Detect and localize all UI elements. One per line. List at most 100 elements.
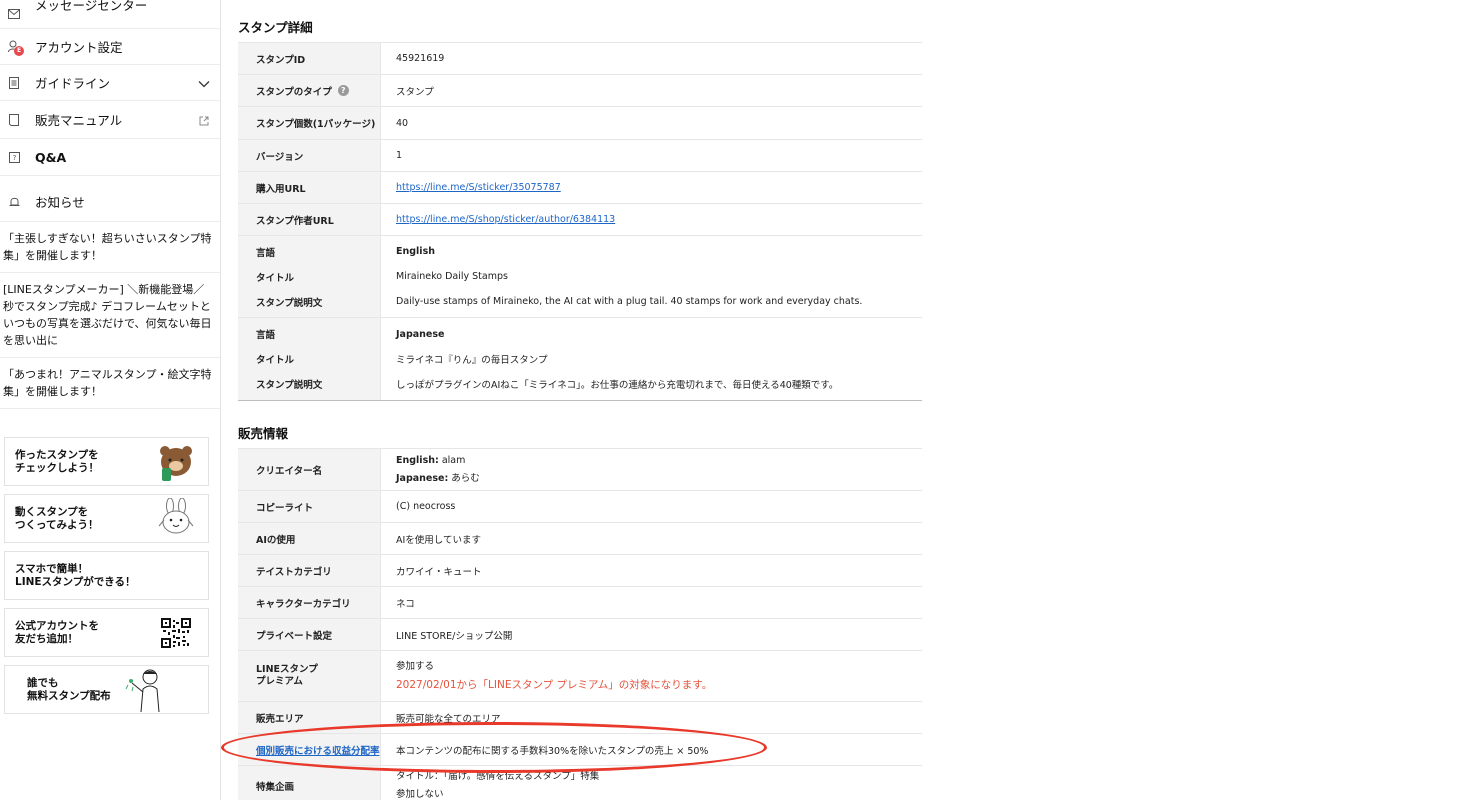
japanese-info: Japanese ミライネコ『りん』の毎日スタンプ しっぽがプラグインのAIねこ… bbox=[381, 318, 922, 400]
brown-bear-icon bbox=[154, 440, 198, 484]
table-row: 個別販売における収益分配率 本コンテンツの配布に関する手数料30%を除いたスタン… bbox=[238, 734, 922, 766]
description-value: Daily-use stamps of Miraineko, the AI ca… bbox=[396, 296, 863, 307]
sidebar: メッセージセンター E アカウント設定 ガイドライン 販売マニュアル ? Q&A… bbox=[0, 0, 221, 800]
news-item[interactable]: [LINEスタンプメーカー] ＼新機能登場／秒でスタンプ完成♪ デコフレームセッ… bbox=[0, 273, 220, 358]
banner-smartphone-stamps[interactable]: スマホで簡単！ LINEスタンプができる！ bbox=[4, 551, 209, 600]
news-item[interactable]: 「主張しすぎない！超ちいさいスタンプ特集」を開催します！ bbox=[0, 222, 220, 273]
creator-en: alam bbox=[441, 454, 466, 466]
purchase-url-cell: https://line.me/S/sticker/35075787 bbox=[381, 172, 922, 203]
sticker-details-table: スタンプID 45921619 スタンプのタイプ ? スタンプ スタンプ個数(1… bbox=[238, 42, 922, 401]
table-row: プライベート設定 LINE STORE/ショップ公開 bbox=[238, 619, 922, 651]
feature-title: タイトル：「届け。感情を伝えるスタンプ」特集 bbox=[396, 771, 600, 782]
row-label: LINEスタンプ プレミアム bbox=[238, 651, 381, 701]
banner-text: 誰でも 無料スタンプ配布 bbox=[27, 676, 111, 702]
sidebar-item-message-center[interactable]: メッセージセンター bbox=[0, 0, 220, 29]
table-row: スタンプID 45921619 bbox=[238, 43, 922, 75]
table-row-english: 言語 タイトル スタンプ説明文 English Miraineko Daily … bbox=[238, 236, 922, 318]
row-label: タイトル bbox=[256, 272, 295, 284]
creator-ja: あらむ bbox=[451, 472, 480, 484]
creator-en-key: English: bbox=[396, 454, 439, 466]
row-label: コピーライト bbox=[238, 491, 381, 522]
table-row: バージョン 1 bbox=[238, 140, 922, 172]
private-setting-value: LINE STORE/ショップ公開 bbox=[396, 630, 513, 642]
svg-text:?: ? bbox=[12, 154, 16, 162]
row-label: クリエイター名 bbox=[238, 449, 381, 490]
sidebar-item-notice[interactable]: お知らせ bbox=[0, 176, 220, 222]
row-label: キャラクターカテゴリ bbox=[238, 587, 381, 618]
sidebar-item-label: ガイドライン bbox=[35, 76, 111, 91]
chevron-down-icon[interactable] bbox=[198, 73, 210, 92]
sidebar-item-label: メッセージセンター bbox=[35, 0, 148, 13]
row-label: 特集企画 bbox=[238, 766, 381, 800]
row-label: スタンプ個数(1パッケージ) bbox=[238, 107, 381, 139]
taste-category-value: カワイイ・キュート bbox=[396, 566, 482, 578]
banner-free-stamps[interactable]: 誰でも 無料スタンプ配布 bbox=[4, 665, 209, 714]
revenue-share-value: 本コンテンツの配布に関する手数料30%を除いたスタンプの売上 × 50% bbox=[396, 745, 709, 757]
banner-text: 公式アカウントを 友だち追加！ bbox=[15, 619, 99, 645]
sticker-id-value: 45921619 bbox=[396, 53, 445, 64]
news-list: 「主張しすぎない！超ちいさいスタンプ特集」を開催します！ [LINEスタンプメー… bbox=[0, 222, 220, 409]
author-url-link[interactable]: https://line.me/S/shop/sticker/author/63… bbox=[396, 214, 615, 225]
mail-icon bbox=[7, 7, 21, 21]
sidebar-item-label: Q&A bbox=[35, 149, 67, 165]
sidebar-item-account-settings[interactable]: E アカウント設定 bbox=[0, 29, 220, 65]
sidebar-item-guideline[interactable]: ガイドライン bbox=[0, 65, 220, 101]
copyright-value: (C) neocross bbox=[396, 501, 456, 512]
table-row: 販売エリア 販売可能な全てのエリア bbox=[238, 702, 922, 734]
banner-text: スマホで簡単！ LINEスタンプができる！ bbox=[15, 562, 136, 588]
revenue-share-link[interactable]: 個別販売における収益分配率 bbox=[256, 743, 380, 757]
row-label: テイストカテゴリ bbox=[238, 555, 381, 586]
row-label: 個別販売における収益分配率 bbox=[238, 734, 381, 765]
row-label: バージョン bbox=[238, 140, 381, 171]
book-icon bbox=[7, 113, 21, 127]
sidebar-item-qa[interactable]: ? Q&A bbox=[0, 139, 220, 176]
purchase-url-link[interactable]: https://line.me/S/sticker/35075787 bbox=[396, 182, 561, 193]
ai-usage-value: AIを使用しています bbox=[396, 534, 482, 546]
banner-list: 作ったスタンプを チェックしよう！ 動くスタンプを つくってみよう！ スマホで簡… bbox=[0, 409, 220, 714]
row-label: 言語 bbox=[256, 330, 276, 341]
qr-code-icon bbox=[154, 611, 198, 655]
sidebar-item-label: 販売マニュアル bbox=[35, 113, 123, 128]
account-icon: E bbox=[7, 40, 24, 56]
sidebar-item-sales-manual[interactable]: 販売マニュアル bbox=[0, 101, 220, 139]
banner-check-stamps[interactable]: 作ったスタンプを チェックしよう！ bbox=[4, 437, 209, 486]
table-row: スタンプ作者URL https://line.me/S/shop/sticker… bbox=[238, 204, 922, 236]
title-value: ミライネコ『りん』の毎日スタンプ bbox=[396, 355, 548, 366]
help-icon[interactable]: ? bbox=[337, 85, 349, 96]
premium-value: 参加する 2027/02/01から「LINEスタンプ プレミアム」の対象になりま… bbox=[381, 651, 922, 701]
account-badge: E bbox=[14, 45, 24, 56]
row-label: タイトル bbox=[256, 355, 295, 366]
banner-official-account[interactable]: 公式アカウントを 友だち追加！ bbox=[4, 608, 209, 657]
sticker-type-value: スタンプ bbox=[396, 86, 434, 98]
sales-info-title: 販売情報 bbox=[238, 426, 289, 441]
banner-text: 作ったスタンプを チェックしよう！ bbox=[15, 448, 99, 474]
banner-animated-stamps[interactable]: 動くスタンプを つくってみよう！ bbox=[4, 494, 209, 543]
row-label: スタンプ作者URL bbox=[238, 204, 381, 235]
sidebar-item-label: お知らせ bbox=[35, 195, 85, 210]
row-label: スタンプのタイプ ? bbox=[238, 75, 381, 106]
table-row: 購入用URL https://line.me/S/sticker/3507578… bbox=[238, 172, 922, 204]
sticker-count-value: 40 bbox=[396, 117, 409, 129]
description-value: しっぽがプラグインのAIねこ「ミライネコ」。お仕事の連絡から充電切れまで、毎日使… bbox=[396, 380, 839, 391]
sidebar-nav: メッセージセンター E アカウント設定 ガイドライン 販売マニュアル ? Q&A… bbox=[0, 0, 220, 222]
sticker-details-title: スタンプ詳細 bbox=[238, 20, 313, 35]
premium-status: 参加する bbox=[396, 661, 435, 672]
feature-status: 参加しない bbox=[396, 789, 444, 800]
table-row-japanese: 言語 タイトル スタンプ説明文 Japanese ミライネコ『りん』の毎日スタン… bbox=[238, 318, 922, 400]
row-label-text: スタンプのタイプ bbox=[256, 86, 332, 98]
sales-info-table: クリエイター名 English: alam Japanese: あらむ コピーラ… bbox=[238, 448, 922, 800]
feature-value: タイトル：「届け。感情を伝えるスタンプ」特集 参加しない bbox=[381, 766, 922, 800]
sales-area-value: 販売可能な全てのエリア bbox=[396, 713, 501, 725]
title-value: Miraineko Daily Stamps bbox=[396, 271, 508, 282]
creator-ja-key: Japanese: bbox=[396, 472, 449, 484]
table-row: テイストカテゴリ カワイイ・キュート bbox=[238, 555, 922, 587]
table-row: LINEスタンプ プレミアム 参加する 2027/02/01から「LINEスタン… bbox=[238, 651, 922, 702]
language-value: Japanese bbox=[396, 328, 445, 340]
row-label: AIの使用 bbox=[238, 523, 381, 554]
cony-rabbit-icon bbox=[154, 497, 198, 541]
news-item[interactable]: 「あつまれ！アニマルスタンプ・絵文字特集」を開催します！ bbox=[0, 358, 220, 409]
premium-note: 2027/02/01から「LINEスタンプ プレミアム」の対象になります。 bbox=[396, 679, 713, 691]
row-label: 販売エリア bbox=[238, 702, 381, 733]
banner-text: 動くスタンプを つくってみよう！ bbox=[15, 505, 99, 531]
row-label-group: 言語 タイトル スタンプ説明文 bbox=[238, 236, 381, 317]
